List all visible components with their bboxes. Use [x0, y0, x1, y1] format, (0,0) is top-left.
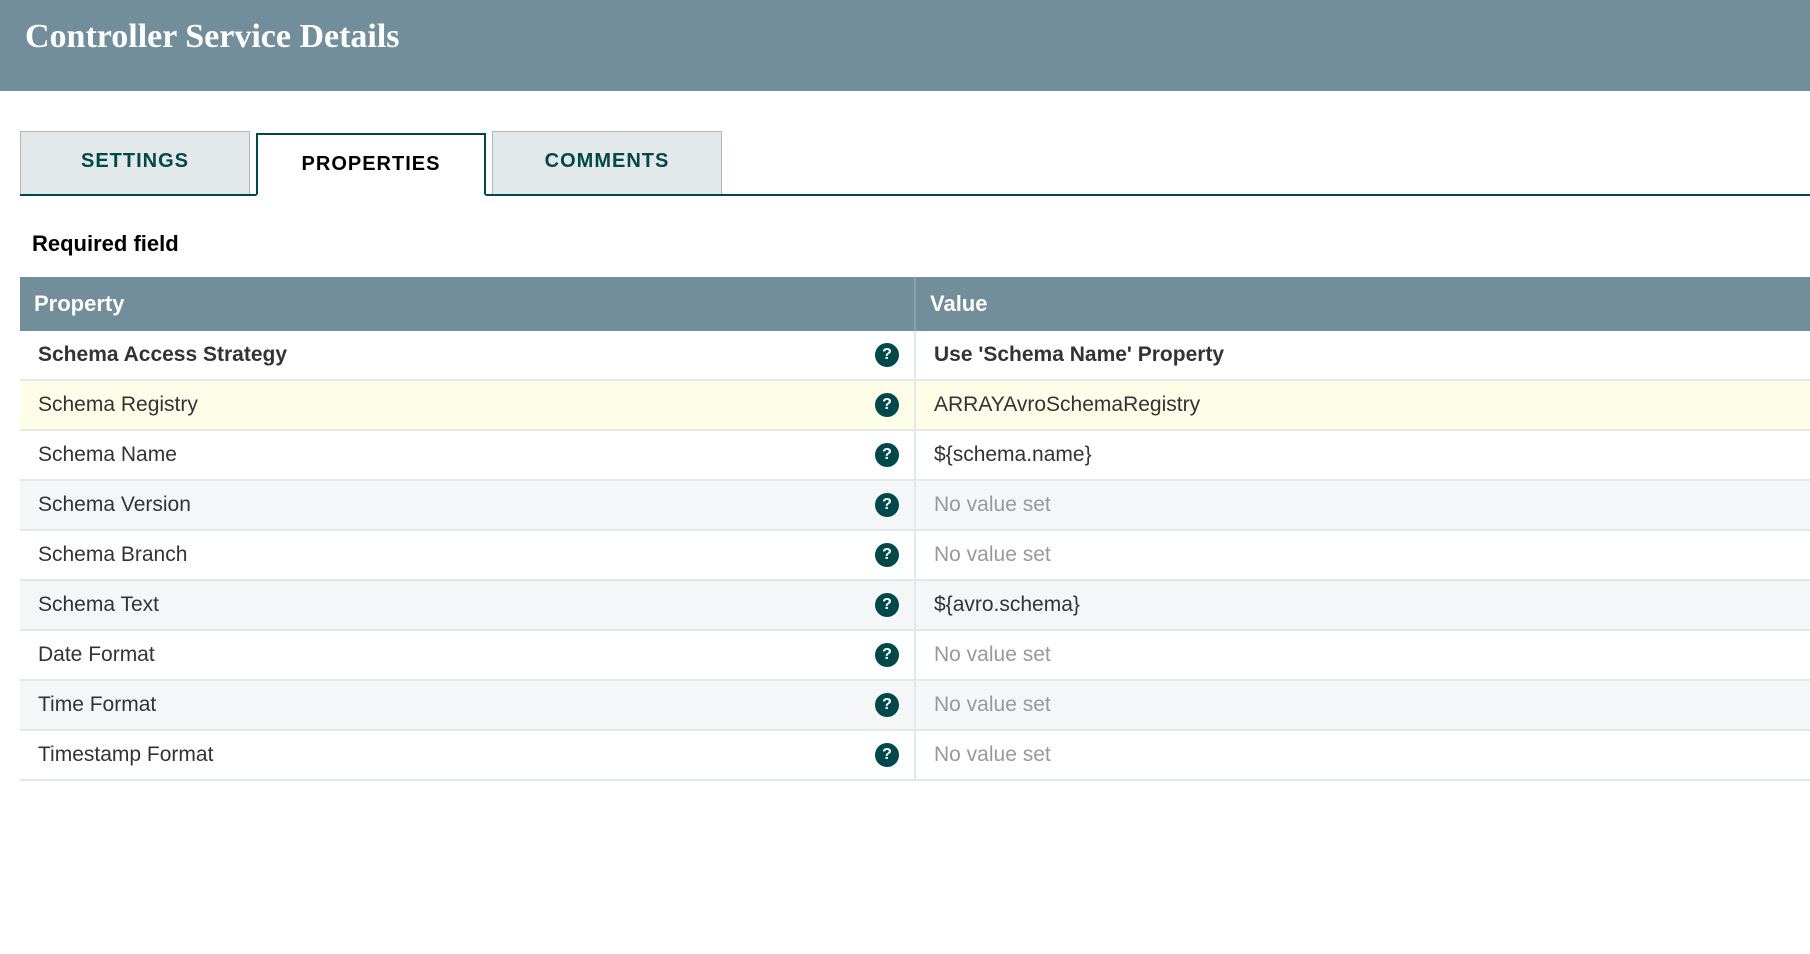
property-value: No value set	[934, 543, 1051, 566]
table-row[interactable]: Schema Access Strategy? Use 'Schema Name'…	[20, 331, 1810, 380]
dialog-header: Controller Service Details	[0, 0, 1810, 91]
property-value: No value set	[934, 643, 1051, 666]
table-row[interactable]: Date Format? No value set	[20, 630, 1810, 680]
property-cell: Time Format?	[20, 680, 915, 730]
property-name: Date Format	[38, 643, 155, 666]
help-icon[interactable]: ?	[875, 593, 899, 617]
table-row[interactable]: Timestamp Format? No value set	[20, 730, 1810, 780]
property-cell: Schema Access Strategy?	[20, 331, 915, 380]
value-cell[interactable]: Use 'Schema Name' Property	[915, 331, 1810, 380]
value-cell[interactable]: No value set	[915, 630, 1810, 680]
value-cell[interactable]: No value set	[915, 730, 1810, 780]
value-cell[interactable]: ARRAYAvroSchemaRegistry	[915, 380, 1810, 430]
property-value: Use 'Schema Name' Property	[934, 343, 1224, 366]
property-name: Time Format	[38, 693, 156, 716]
property-value: No value set	[934, 693, 1051, 716]
property-name: Schema Access Strategy	[38, 343, 287, 366]
property-value: ${avro.schema}	[934, 593, 1080, 616]
value-cell[interactable]: ${avro.schema}	[915, 580, 1810, 630]
help-icon[interactable]: ?	[875, 543, 899, 567]
property-name: Schema Branch	[38, 543, 187, 566]
table-row[interactable]: Schema Registry? ARRAYAvroSchemaRegistry	[20, 380, 1810, 430]
property-cell: Schema Text?	[20, 580, 915, 630]
value-cell[interactable]: No value set	[915, 530, 1810, 580]
value-cell[interactable]: ${schema.name}	[915, 430, 1810, 480]
table-row[interactable]: Schema Branch? No value set	[20, 530, 1810, 580]
property-cell: Schema Branch?	[20, 530, 915, 580]
help-icon[interactable]: ?	[875, 493, 899, 517]
property-value: ${schema.name}	[934, 443, 1092, 466]
tab-comments[interactable]: COMMENTS	[492, 131, 722, 194]
help-icon[interactable]: ?	[875, 443, 899, 467]
help-icon[interactable]: ?	[875, 643, 899, 667]
required-field-label: Required field	[32, 231, 1810, 257]
property-name: Schema Name	[38, 443, 177, 466]
property-cell: Timestamp Format?	[20, 730, 915, 780]
table-row[interactable]: Schema Text? ${avro.schema}	[20, 580, 1810, 630]
table-row[interactable]: Schema Name? ${schema.name}	[20, 430, 1810, 480]
property-value: No value set	[934, 493, 1051, 516]
table-row[interactable]: Schema Version? No value set	[20, 480, 1810, 530]
property-name: Schema Registry	[38, 393, 198, 416]
table-header-row: Property Value	[20, 277, 1810, 331]
table-row[interactable]: Time Format? No value set	[20, 680, 1810, 730]
property-value: No value set	[934, 743, 1051, 766]
dialog-content: SETTINGS PROPERTIES COMMENTS Required fi…	[0, 131, 1810, 781]
property-cell: Date Format?	[20, 630, 915, 680]
properties-table: Property Value Schema Access Strategy? Us…	[20, 277, 1810, 781]
tab-properties[interactable]: PROPERTIES	[256, 133, 486, 196]
property-value: ARRAYAvroSchemaRegistry	[934, 393, 1200, 416]
property-cell: Schema Version?	[20, 480, 915, 530]
property-name: Schema Version	[38, 493, 191, 516]
property-name: Timestamp Format	[38, 743, 213, 766]
column-header-value: Value	[915, 277, 1810, 331]
help-icon[interactable]: ?	[875, 343, 899, 367]
tab-bar: SETTINGS PROPERTIES COMMENTS	[20, 131, 1810, 196]
property-cell: Schema Registry?	[20, 380, 915, 430]
help-icon[interactable]: ?	[875, 693, 899, 717]
dialog-title: Controller Service Details	[25, 18, 1785, 56]
column-header-property: Property	[20, 277, 915, 331]
value-cell[interactable]: No value set	[915, 480, 1810, 530]
help-icon[interactable]: ?	[875, 743, 899, 767]
tab-settings[interactable]: SETTINGS	[20, 131, 250, 194]
property-name: Schema Text	[38, 593, 159, 616]
value-cell[interactable]: No value set	[915, 680, 1810, 730]
help-icon[interactable]: ?	[875, 393, 899, 417]
property-cell: Schema Name?	[20, 430, 915, 480]
